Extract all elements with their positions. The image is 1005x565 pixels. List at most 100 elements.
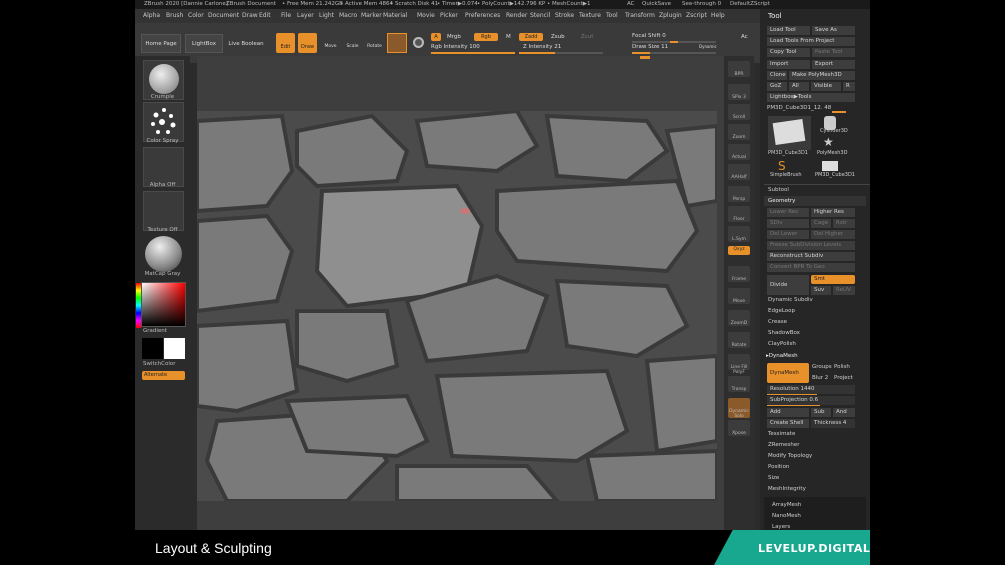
zadd-toggle[interactable]: Zadd (519, 33, 543, 41)
a-toggle[interactable]: A (431, 33, 441, 41)
lightbox-tools-button[interactable]: Lightbox▶Tools (767, 93, 855, 102)
menu-texture[interactable]: Texture (579, 12, 601, 19)
edit-button[interactable]: Edit (276, 33, 295, 53)
clone-button[interactable]: Clone (767, 71, 787, 80)
smt-toggle[interactable]: Smt (811, 275, 855, 284)
document-canvas[interactable] (197, 56, 724, 530)
section-modify-topology[interactable]: Modify Topology (768, 453, 812, 459)
export-button[interactable]: Export (812, 60, 855, 69)
mrgb-toggle[interactable]: Mrgb (447, 34, 461, 40)
section-zremesher[interactable]: ZRemesher (768, 442, 799, 448)
dynamic-toggle[interactable]: Dynamic (699, 44, 717, 49)
sdiv-slider[interactable]: SDiv (767, 219, 809, 228)
draw-button[interactable]: Draw (298, 33, 317, 53)
add-button[interactable]: Add (767, 408, 809, 417)
default-zscript[interactable]: DefaultZScript (730, 1, 770, 7)
home-page-button[interactable]: Home Page (141, 34, 181, 53)
rotate-button[interactable]: Rotate (365, 33, 384, 53)
goz-button[interactable]: GoZ (767, 82, 787, 91)
stroke-selector[interactable] (143, 102, 184, 142)
section-arraymesh[interactable]: ArrayMesh (772, 502, 801, 508)
menu-color[interactable]: Color (188, 12, 204, 19)
section-meshintegrity[interactable]: MeshIntegrity (768, 486, 806, 492)
section-nanomesh[interactable]: NanoMesh (772, 513, 801, 519)
all-button[interactable]: All (789, 82, 809, 91)
menu-alpha[interactable]: Alpha (143, 12, 160, 19)
section-tessimate[interactable]: Tessimate (768, 431, 795, 437)
polymesh-star-icon[interactable]: ★ (823, 135, 834, 149)
section-size[interactable]: Size (768, 475, 779, 481)
menu-layer[interactable]: Layer (297, 12, 314, 19)
save-as-button[interactable]: Save As (812, 26, 855, 35)
menu-preferences[interactable]: Preferences (465, 12, 500, 19)
polish-toggle[interactable]: Polish (834, 364, 850, 370)
menu-light[interactable]: Light (319, 12, 334, 19)
subtool-section[interactable]: Subtool (768, 187, 789, 193)
menu-file[interactable]: File (281, 12, 291, 19)
sculpt-viewport[interactable] (197, 111, 717, 501)
lower-res-button[interactable]: Lower Res (767, 208, 809, 217)
shadowbox-section[interactable]: ShadowBox (768, 330, 800, 336)
zsub-toggle[interactable]: Zsub (551, 34, 565, 40)
move-button[interactable]: Move (321, 33, 340, 53)
resolution-slider[interactable]: Resolution 1440 (767, 385, 855, 394)
edgeloop-section[interactable]: EdgeLoop (768, 308, 795, 314)
menu-transform[interactable]: Transform (625, 12, 655, 19)
project-toggle[interactable]: Project (834, 375, 853, 381)
alpha-selector[interactable] (143, 147, 184, 187)
reconstruct-subdiv-button[interactable]: Reconstruct Subdiv (767, 252, 855, 261)
thickness-slider[interactable]: Thickness 4 (811, 419, 855, 428)
menu-material[interactable]: Material (383, 12, 407, 19)
divide-button[interactable]: Divide (767, 275, 809, 295)
menu-zplugin[interactable]: Zplugin (659, 12, 682, 19)
load-tool-button[interactable]: Load Tool (767, 26, 810, 35)
dynamesh-button[interactable]: DynaMesh (767, 363, 809, 383)
hue-strip[interactable] (136, 283, 141, 328)
ac-label[interactable]: AC (627, 1, 635, 7)
del-lower-button[interactable]: Del Lower (767, 230, 809, 239)
menu-draw[interactable]: Draw (242, 12, 258, 19)
see-through-slider[interactable]: See-through 0 (682, 1, 721, 7)
make-polymesh-button[interactable]: Make PolyMesh3D (789, 71, 855, 80)
load-tools-from-project-button[interactable]: Load Tools From Project (767, 37, 855, 46)
menu-edit[interactable]: Edit (259, 12, 271, 19)
scroll-marker[interactable] (640, 56, 650, 59)
menu-document[interactable]: Document (208, 12, 239, 19)
menu-brush[interactable]: Brush (166, 12, 183, 19)
copy-tool-button[interactable]: Copy Tool (767, 48, 810, 57)
menu-render[interactable]: Render (506, 12, 527, 19)
current-tool-slider[interactable]: PM3D_Cube3D1_12. 48 (767, 105, 831, 111)
create-shell-button[interactable]: Create Shell (767, 419, 809, 428)
claypolish-section[interactable]: ClayPolish (768, 341, 796, 347)
del-higher-button[interactable]: Del Higher (811, 230, 855, 239)
menu-stencil[interactable]: Stencil (530, 12, 550, 19)
menu-macro[interactable]: Macro (339, 12, 357, 19)
material-sphere-icon[interactable] (387, 33, 407, 53)
sub-button[interactable]: Sub (811, 408, 831, 417)
groups-toggle[interactable]: Groups (812, 364, 832, 370)
crease-section[interactable]: Crease (768, 319, 787, 325)
r-button[interactable]: R (843, 82, 855, 91)
quicksave-button[interactable]: QuickSave (642, 1, 671, 7)
color-sphere-icon[interactable] (413, 37, 424, 48)
menu-help[interactable]: Help (711, 12, 725, 19)
switch-color-button[interactable]: SwitchColor (143, 361, 198, 367)
tool-thumb-cube[interactable] (768, 116, 811, 150)
texture-selector[interactable] (143, 191, 184, 231)
visible-button[interactable]: Visible (811, 82, 841, 91)
simplebrush-icon[interactable]: S (778, 159, 786, 173)
paste-tool-button[interactable]: Paste Tool (812, 48, 855, 57)
menu-zscript[interactable]: Zscript (686, 12, 707, 19)
subprojection-slider[interactable]: SubProjection 0.6 (767, 396, 855, 405)
rgb-toggle[interactable]: Rgb (474, 33, 498, 41)
menu-stroke[interactable]: Stroke (555, 12, 574, 19)
menu-movie[interactable]: Movie (417, 12, 435, 19)
scale-button[interactable]: Scale (343, 33, 362, 53)
section-position[interactable]: Position (768, 464, 789, 470)
menu-tool[interactable]: Tool (606, 12, 618, 19)
dynamic-subdiv-section[interactable]: Dynamic Subdiv (768, 297, 813, 303)
and-button[interactable]: And (833, 408, 855, 417)
convert-bpr-button[interactable]: Convert BPR To Geo (767, 263, 855, 272)
alternate-button[interactable]: Alternate (142, 371, 185, 380)
material-selector[interactable] (143, 235, 184, 275)
